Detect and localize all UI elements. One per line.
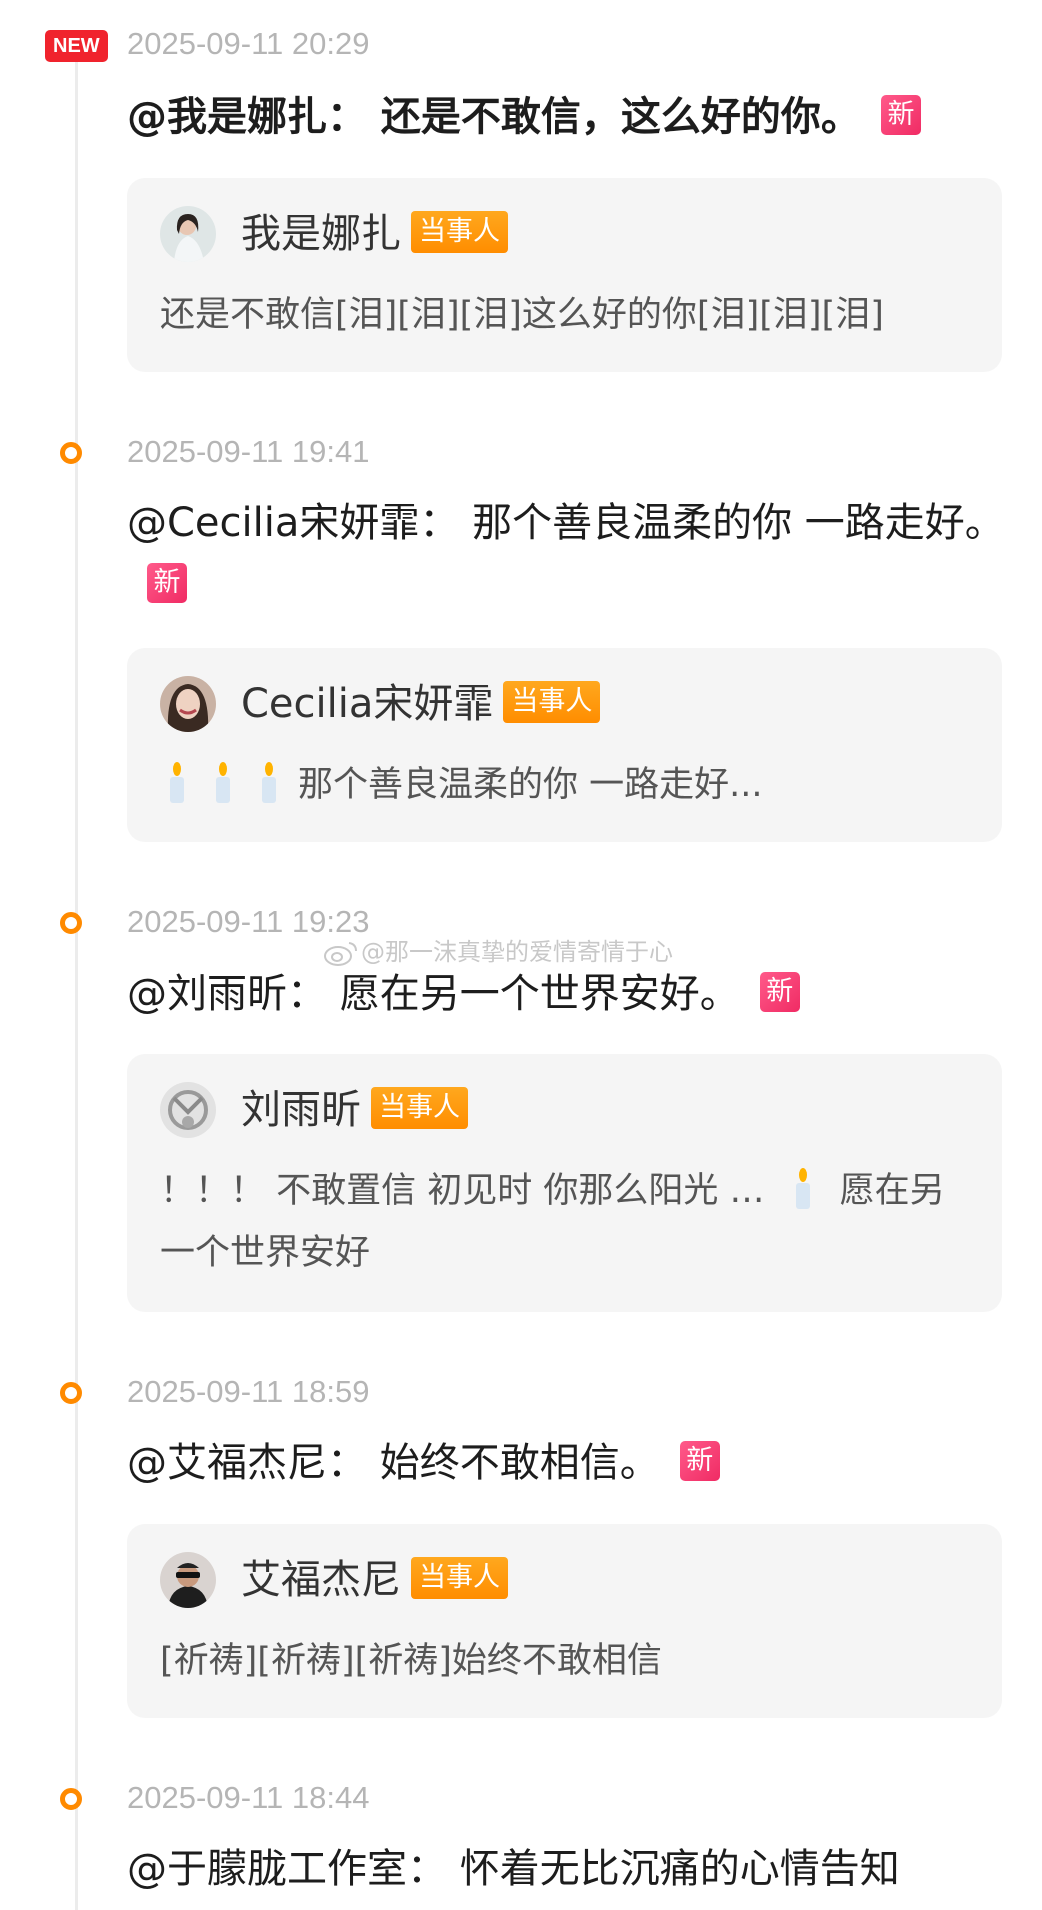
avatar[interactable] xyxy=(160,206,216,262)
timeline-dot-icon xyxy=(60,912,82,934)
author-name-row: Cecilia宋妍霏 当事人 xyxy=(241,678,601,730)
author-name-row: 我是娜扎 当事人 xyxy=(241,208,508,260)
candle-icon xyxy=(216,762,230,803)
quoted-post-card[interactable]: 我是娜扎 当事人 还是不敢信[泪][泪][泪]这么好的你[泪][泪][泪] xyxy=(127,178,1002,372)
quoted-text-row: ！！！ 不敢置信 初见时 你那么阳光 … 愿在另一个世界安好 xyxy=(160,1160,970,1284)
headline-text: @刘雨昕： 愿在另一个世界安好。 xyxy=(127,971,740,1017)
author-name-row: 艾福杰尼 当事人 xyxy=(241,1554,508,1606)
author-name-row: 刘雨昕 当事人 xyxy=(241,1084,468,1136)
quoted-text: ！！！ 不敢置信 初见时 你那么阳光 … xyxy=(160,1171,765,1211)
entry-headline[interactable]: @艾福杰尼： 始终不敢相信。新 xyxy=(127,1432,1007,1494)
entry-timestamp: 2025-09-11 20:29 xyxy=(127,26,370,61)
candle-icon xyxy=(170,762,184,803)
candle-icon xyxy=(795,1168,810,1209)
quoted-text: 那个善良温柔的你 一路走好... xyxy=(298,765,763,805)
quoted-post-card[interactable]: 艾福杰尼 当事人 [祈祷][祈祷][祈祷]始终不敢相信 xyxy=(127,1524,1002,1718)
weibo-logo-icon xyxy=(324,942,357,966)
entry-timestamp: 2025-09-11 19:41 xyxy=(127,434,370,469)
timeline-dot-icon xyxy=(60,442,82,464)
candle-icon xyxy=(262,762,276,803)
xin-badge: 新 xyxy=(759,972,800,1012)
quoted-post-card[interactable]: Cecilia宋妍霏 当事人 那个善良温柔的你 一路走好... xyxy=(127,648,1002,842)
quoted-text: 还是不敢信[泪][泪][泪]这么好的你[泪][泪][泪] xyxy=(160,295,884,335)
author-name[interactable]: Cecilia宋妍霏 xyxy=(241,681,493,727)
entry-timestamp: 2025-09-11 18:59 xyxy=(127,1374,370,1409)
quoted-post-card[interactable]: 刘雨昕 当事人 ！！！ 不敢置信 初见时 你那么阳光 … 愿在另一个世界安好 xyxy=(127,1054,1002,1312)
watermark: @那一沫真挚的爱情寄情于心 xyxy=(323,932,673,967)
timeline-dot-icon xyxy=(60,1382,82,1404)
watermark-text: @那一沫真挚的爱情寄情于心 xyxy=(361,938,673,966)
xin-badge: 新 xyxy=(147,563,187,603)
entry-headline[interactable]: @刘雨昕： 愿在另一个世界安好。新 xyxy=(127,963,1007,1025)
xin-badge: 新 xyxy=(880,95,921,135)
author-name[interactable]: 刘雨昕 xyxy=(241,1087,361,1133)
entry-timestamp: 2025-09-11 18:44 xyxy=(127,1780,370,1815)
timeline-line xyxy=(75,60,78,1910)
headline-text: @Cecilia宋妍霏： 那个善良温柔的你 一路走好。 xyxy=(127,500,1005,546)
entry-headline[interactable]: @Cecilia宋妍霏： 那个善良温柔的你 一路走好。新 xyxy=(127,492,1007,616)
timeline-dot-icon xyxy=(60,1788,82,1810)
xin-badge: 新 xyxy=(679,1441,720,1481)
headline-text: @艾福杰尼： 始终不敢相信。 xyxy=(127,1440,660,1486)
quoted-text-row: 那个善良温柔的你 一路走好... xyxy=(160,754,970,816)
entry-headline[interactable]: @于朦胧工作室： 怀着无比沉痛的心情告知 xyxy=(127,1838,1007,1900)
quoted-text: [祈祷][祈祷][祈祷]始终不敢相信 xyxy=(160,1641,662,1681)
avatar[interactable] xyxy=(160,1552,216,1608)
party-tag: 当事人 xyxy=(371,1087,468,1129)
headline-text: @我是娜扎： 还是不敢信，这么好的你。 xyxy=(127,94,861,140)
party-tag: 当事人 xyxy=(411,1557,508,1599)
headline-text: @于朦胧工作室： 怀着无比沉痛的心情告知 xyxy=(127,1846,900,1892)
avatar[interactable] xyxy=(160,676,216,732)
author-name[interactable]: 艾福杰尼 xyxy=(241,1557,401,1603)
avatar[interactable] xyxy=(160,1082,216,1138)
author-name[interactable]: 我是娜扎 xyxy=(241,211,401,257)
new-badge: NEW xyxy=(45,30,108,62)
party-tag: 当事人 xyxy=(503,681,601,723)
entry-headline[interactable]: @我是娜扎： 还是不敢信，这么好的你。新 xyxy=(127,86,1007,148)
party-tag: 当事人 xyxy=(411,211,508,253)
